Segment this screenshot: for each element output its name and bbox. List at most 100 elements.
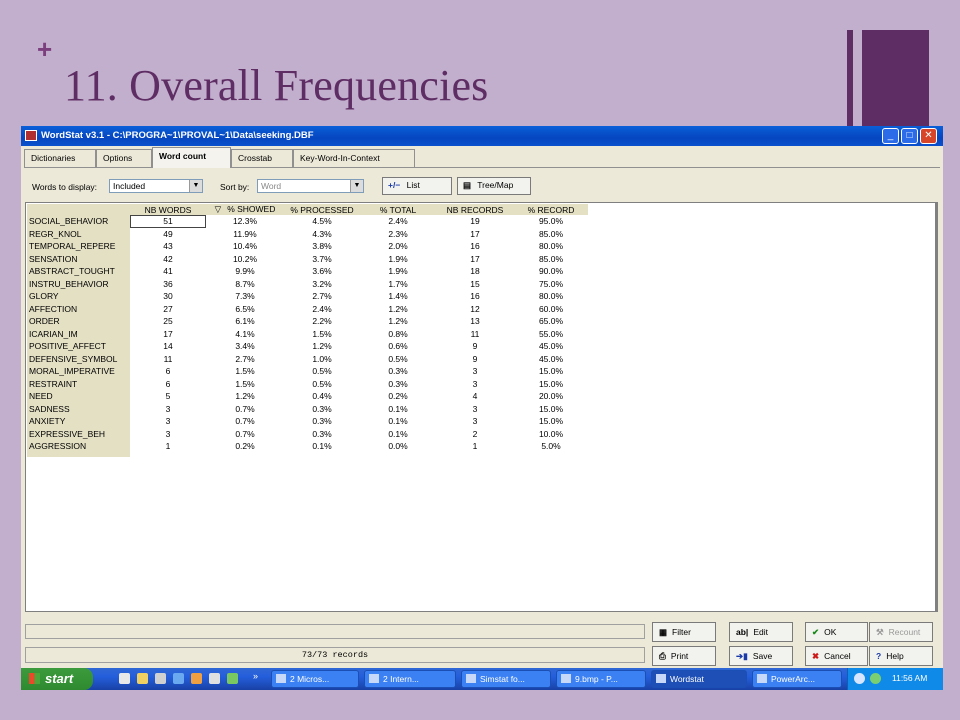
grid-cell[interactable]: 0.2% xyxy=(206,440,284,453)
grid-cell[interactable]: 80.0% xyxy=(514,290,588,303)
row-header-word[interactable]: SADNESS xyxy=(27,402,130,415)
grid-cell[interactable]: 15.0% xyxy=(514,403,588,416)
col-header-pct-showed[interactable]: ▽ % SHOWED xyxy=(206,204,284,215)
grid-cell[interactable]: 2.7% xyxy=(284,290,360,303)
row-header-word[interactable]: SENSATION xyxy=(27,252,130,265)
row-header-word[interactable]: AGGRESSION xyxy=(27,440,130,453)
grid-cell[interactable]: 0.4% xyxy=(284,390,360,403)
grid-cell[interactable]: 3 xyxy=(436,378,514,391)
grid-cell[interactable]: 20.0% xyxy=(514,390,588,403)
grid-cell[interactable]: 3 xyxy=(436,403,514,416)
table-row[interactable]: SOCIAL_BEHAVIOR 51 12.3% 4.5% 2.4% 19 95.0% xyxy=(27,215,588,228)
grid-cell[interactable]: 17 xyxy=(436,253,514,266)
grid-cell[interactable]: 90.0% xyxy=(514,265,588,278)
cancel-button[interactable]: ✖ Cancel xyxy=(805,646,868,666)
table-row[interactable]: AGGRESSION 1 0.2% 0.1% 0.0% 1 5.0% xyxy=(27,440,588,453)
start-button[interactable]: start xyxy=(21,668,93,690)
grid-cell[interactable]: 1.2% xyxy=(360,303,436,316)
filter-button[interactable]: ▦ Filter xyxy=(652,622,716,642)
table-row[interactable]: INSTRU_BEHAVIOR 36 8.7% 3.2% 1.7% 15 75.0% xyxy=(27,277,588,291)
row-header-word[interactable]: NEED xyxy=(27,390,130,403)
grid-cell[interactable]: 0.1% xyxy=(360,428,436,441)
grid-cell[interactable]: 3 xyxy=(436,415,514,428)
grid-cell[interactable]: 65.0% xyxy=(514,315,588,328)
row-header-word[interactable]: ANXIETY xyxy=(27,415,130,428)
grid-cell[interactable]: 3.2% xyxy=(284,278,360,291)
quicklaunch-chevron-icon[interactable]: » xyxy=(253,671,258,681)
recount-button[interactable]: ⚒ Recount xyxy=(869,622,933,642)
table-row[interactable]: ORDER 25 6.1% 2.2% 1.2% 13 65.0% xyxy=(27,315,588,328)
grid-cell[interactable]: 1.0% xyxy=(284,353,360,366)
grid-cell[interactable]: 0.7% xyxy=(206,403,284,416)
table-row[interactable]: ABSTRACT_TOUGHT 41 9.9% 3.6% 1.9% 18 90.0% xyxy=(27,265,588,278)
grid-cell[interactable]: 16 xyxy=(436,290,514,303)
grid-cell[interactable]: 0.5% xyxy=(284,378,360,391)
row-header-word[interactable]: TEMPORAL_REPERE xyxy=(27,240,130,253)
col-header-pct-processed[interactable]: % PROCESSED xyxy=(284,204,360,215)
grid-cell[interactable]: 17 xyxy=(130,328,206,341)
grid-cell[interactable]: 0.5% xyxy=(360,353,436,366)
save-button[interactable]: ➔▮ Save xyxy=(729,646,793,666)
grid-cell[interactable]: 2.4% xyxy=(284,303,360,316)
table-row[interactable]: TEMPORAL_REPERE 43 10.4% 3.8% 2.0% 16 80.0% xyxy=(27,240,588,253)
grid-cell[interactable]: 0.3% xyxy=(360,365,436,378)
grid-cell[interactable]: 36 xyxy=(130,278,206,291)
grid-cell[interactable]: 1.2% xyxy=(206,390,284,403)
grid-cell[interactable]: 11.9% xyxy=(206,228,284,241)
table-row[interactable]: MORAL_IMPERATIVE 6 1.5% 0.5% 0.3% 3 15.0% xyxy=(27,365,588,378)
col-header-nb-words[interactable]: NB WORDS xyxy=(130,204,206,215)
grid-cell[interactable]: 0.5% xyxy=(284,365,360,378)
row-header-word[interactable]: AFFECTION xyxy=(27,302,130,315)
quicklaunch-app-icon[interactable] xyxy=(191,673,202,684)
table-row[interactable]: ICARIAN_IM 17 4.1% 1.5% 0.8% 11 55.0% xyxy=(27,327,588,341)
grid-cell[interactable]: 75.0% xyxy=(514,278,588,291)
grid-cell[interactable]: 4.5% xyxy=(284,215,360,228)
grid-cell[interactable]: 0.1% xyxy=(360,403,436,416)
table-row[interactable]: EXPRESSIVE_BEH 3 0.7% 0.3% 0.1% 2 10.0% xyxy=(27,427,588,441)
grid-cell[interactable]: 1.4% xyxy=(360,290,436,303)
grid-cell[interactable]: 3.6% xyxy=(284,265,360,278)
col-header-pct-total[interactable]: % TOTAL xyxy=(360,204,436,215)
tray-expand-icon[interactable] xyxy=(854,673,865,684)
grid-cell[interactable]: 1.9% xyxy=(360,265,436,278)
table-row[interactable]: NEED 5 1.2% 0.4% 0.2% 4 20.0% xyxy=(27,390,588,403)
grid-cell[interactable]: 85.0% xyxy=(514,253,588,266)
grid-cell[interactable]: 4.1% xyxy=(206,328,284,341)
grid-cell[interactable]: 8.7% xyxy=(206,278,284,291)
grid-cell[interactable]: 51 xyxy=(130,215,206,228)
grid-cell[interactable]: 10.4% xyxy=(206,240,284,253)
grid-cell[interactable]: 11 xyxy=(130,353,206,366)
grid-cell[interactable]: 11 xyxy=(436,328,514,341)
grid-cell[interactable]: 1.7% xyxy=(360,278,436,291)
grid-cell[interactable]: 0.3% xyxy=(360,378,436,391)
tab-dictionaries[interactable]: Dictionaries xyxy=(24,149,96,167)
grid-cell[interactable]: 0.0% xyxy=(360,440,436,453)
grid-cell[interactable]: 43 xyxy=(130,240,206,253)
grid-cell[interactable]: 1 xyxy=(436,440,514,453)
treemap-button[interactable]: ▤ Tree/Map xyxy=(457,177,531,195)
grid-cell[interactable]: 0.3% xyxy=(284,428,360,441)
row-header-word[interactable]: REGR_KNOL xyxy=(27,227,130,240)
table-row[interactable]: SENSATION 42 10.2% 3.7% 1.9% 17 85.0% xyxy=(27,252,588,266)
row-header-word[interactable]: DEFENSIVE_SYMBOL xyxy=(27,352,130,365)
tab-kwic[interactable]: Key-Word-In-Context xyxy=(293,149,415,167)
grid-cell[interactable]: 2.2% xyxy=(284,315,360,328)
grid-cell[interactable]: 2.4% xyxy=(360,215,436,228)
grid-cell[interactable]: 85.0% xyxy=(514,228,588,241)
maximize-button[interactable]: □ xyxy=(901,128,918,144)
grid-cell[interactable]: 1.9% xyxy=(360,253,436,266)
grid-cell[interactable]: 3 xyxy=(436,365,514,378)
task-internet[interactable]: 2 Intern... xyxy=(364,670,456,688)
grid-cell[interactable]: 0.7% xyxy=(206,415,284,428)
table-row[interactable]: REGR_KNOL 49 11.9% 4.3% 2.3% 17 85.0% xyxy=(27,227,588,241)
minimize-button[interactable]: _ xyxy=(882,128,899,144)
grid-cell[interactable]: 5 xyxy=(130,390,206,403)
row-header-word[interactable]: ABSTRACT_TOUGHT xyxy=(27,265,130,278)
grid-cell[interactable]: 3 xyxy=(130,428,206,441)
table-row[interactable]: RESTRAINT 6 1.5% 0.5% 0.3% 3 15.0% xyxy=(27,377,588,391)
grid-cell[interactable]: 6 xyxy=(130,378,206,391)
grid-cell[interactable]: 5.0% xyxy=(514,440,588,453)
tray-clock[interactable]: 11:56 AM xyxy=(892,673,927,683)
tab-crosstab[interactable]: Crosstab xyxy=(231,149,293,167)
table-row[interactable]: GLORY 30 7.3% 2.7% 1.4% 16 80.0% xyxy=(27,290,588,303)
